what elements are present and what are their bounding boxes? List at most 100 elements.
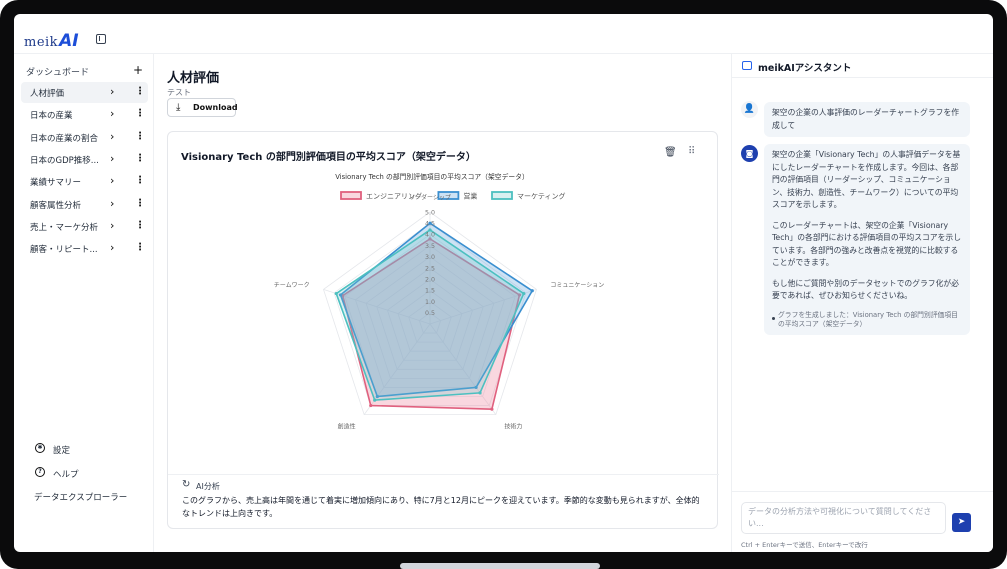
tick-label: 3.0 [425, 254, 435, 261]
sidebar-help[interactable]: ? ヘルプ [14, 464, 154, 484]
send-icon: ➤ [957, 517, 966, 527]
bot-paragraph: もし他にご質問や別のデータセットでのグラフ化が必要であれば、ぜひお知らせください… [772, 278, 959, 301]
drag-handle-icon[interactable]: ⠿ [688, 146, 695, 157]
download-icon: ⤓ [176, 102, 181, 113]
axis-label: 技術力 [504, 422, 522, 430]
data-point [334, 291, 338, 296]
data-point [373, 398, 377, 402]
sidebar-settings[interactable]: ✱ 設定 [14, 440, 154, 460]
axis-label: 創造性 [338, 422, 356, 430]
logo-ai: AI [59, 31, 79, 51]
chart-card: Visionary Tech の部門別評価項目の平均スコア（架空データ） 🗑 ⠿… [167, 131, 719, 529]
sidebar-item[interactable]: 日本のGDP推移... › ⋮ [21, 149, 148, 170]
radar-chart: Visionary Tech の部門別評価項目の平均スコア（架空データ）エンジニ… [274, 172, 604, 430]
ai-analysis-label: AI分析 [196, 482, 220, 491]
legend-swatch [340, 191, 362, 200]
tick-label: 3.5 [425, 243, 435, 250]
sidebar-item[interactable]: 日本の産業 › ⋮ [21, 104, 148, 125]
data-point [478, 391, 482, 395]
sidebar-item-label: 日本のGDP推移... [30, 155, 99, 166]
bot-paragraph: このレーダーチャートは、架空の企業「Visionary Tech」の各部門におけ… [772, 220, 961, 268]
assistant-header: meikAIアシスタント [732, 54, 993, 78]
legend-label: マーケティング [517, 192, 565, 201]
more-vertical-icon[interactable]: ⋮ [135, 152, 145, 166]
refresh-icon[interactable]: ↻ [182, 479, 190, 490]
tick-label: 2.5 [425, 265, 435, 272]
sidebar-item[interactable]: 顧客属性分析 › ⋮ [21, 194, 148, 215]
download-label: Download [193, 103, 238, 112]
chevron-right-icon[interactable]: › [110, 197, 114, 210]
logo-text: meik [24, 35, 59, 50]
assistant-panel: meikAIアシスタント 👤 架空の企業の人事評価のレーダーチャートグラフを作成… [731, 54, 993, 552]
more-vertical-icon[interactable]: ⋮ [135, 241, 145, 255]
explorer-label: データエクスプローラー [34, 493, 128, 503]
top-bar: meik AI [14, 14, 993, 54]
axis-label: コミュニケーション [550, 282, 604, 289]
legend-label: 営業 [463, 192, 477, 201]
chevron-right-icon[interactable]: › [110, 152, 114, 165]
download-button[interactable]: ⤓ Download [167, 98, 238, 117]
chevron-right-icon[interactable]: › [110, 219, 114, 232]
tick-label: 4.5 [425, 221, 435, 228]
ai-analysis-text: このグラフから、売上高は年間を通じて着実に増加傾向にあり、特に7月と12月にピー… [182, 496, 700, 518]
help-label: ヘルプ [53, 470, 79, 480]
sidebar-item-label: 売上・マーケ分析 [30, 222, 99, 233]
more-vertical-icon[interactable]: ⋮ [135, 85, 145, 99]
app-logo[interactable]: meik AI [24, 26, 79, 51]
chevron-right-icon[interactable]: › [110, 107, 114, 120]
send-button[interactable]: ➤ [952, 513, 971, 532]
main-content: 人材評価 テスト ⤓ Download Visionary Tech の部門別評… [154, 54, 731, 552]
sidebar: ダッシュボード + 人材評価 › ⋮ 日本の産業 › ⋮ 日本の産業の割合 › ⋮ 日本のGDP推… [14, 54, 154, 552]
bullet-icon [772, 316, 775, 320]
sidebar-item[interactable]: 売上・マーケ分析 › ⋮ [21, 216, 148, 237]
data-point [522, 291, 526, 296]
sidebar-data-explorer[interactable]: データエクスプローラー [14, 487, 154, 507]
more-vertical-icon[interactable]: ⋮ [135, 174, 145, 188]
divider [168, 474, 719, 475]
chevron-right-icon[interactable]: › [110, 85, 114, 98]
chevron-right-icon[interactable]: › [110, 241, 114, 254]
user-message: 架空の企業の人事評価のレーダーチャートグラフを作成して [764, 102, 970, 137]
chevron-right-icon[interactable]: › [110, 174, 114, 187]
sidebar-toggle-icon[interactable] [96, 34, 106, 44]
data-point [369, 403, 373, 408]
data-point [490, 407, 494, 411]
add-dashboard-button[interactable]: + [133, 63, 143, 77]
card-title: Visionary Tech の部門別評価項目の平均スコア（架空データ） [181, 152, 476, 163]
divider [732, 491, 993, 492]
more-vertical-icon[interactable]: ⋮ [135, 130, 145, 144]
robot-icon [742, 61, 752, 70]
sidebar-item-label: 日本の産業 [30, 111, 73, 122]
sidebar-item-label: 業績サマリー [30, 178, 82, 189]
tick-label: 1.5 [425, 288, 435, 295]
more-vertical-icon[interactable]: ⋮ [135, 197, 145, 211]
more-vertical-icon[interactable]: ⋮ [135, 219, 145, 233]
sidebar-item-label: 日本の産業の割合 [30, 133, 99, 144]
trash-icon[interactable]: 🗑 [664, 147, 677, 158]
sidebar-item[interactable]: 業績サマリー › ⋮ [21, 171, 148, 192]
user-message-text: 架空の企業の人事評価のレーダーチャートグラフを作成して [772, 108, 960, 130]
tick-label: 4.0 [425, 232, 435, 239]
sidebar-item-label: 顧客属性分析 [30, 200, 82, 211]
chevron-right-icon[interactable]: › [110, 130, 114, 143]
axis-label: チームワーク [274, 282, 310, 289]
sidebar-item[interactable]: 人材評価 › ⋮ [21, 82, 148, 103]
tick-label: 5.0 [425, 209, 435, 216]
chart-generated-note: グラフを生成しました：Visionary Tech の部門別評価項目の平均スコア… [772, 311, 962, 330]
sidebar-heading: ダッシュボード [26, 68, 90, 78]
sidebar-item-label: 顧客・リピート... [30, 245, 98, 256]
page-subtitle: テスト [167, 88, 191, 97]
bot-message: 架空の企業「Visionary Tech」の人事評価データを基にしたレーダーチャ… [764, 144, 970, 335]
app-screen: meik AI ダッシュボード + 人材評価 › ⋮ 日本の産業 › ⋮ 日本の産業の割合 ›… [14, 14, 993, 552]
bot-avatar-icon: ◙ [741, 145, 758, 162]
chart-title: Visionary Tech の部門別評価項目の平均スコア（架空データ） [335, 172, 529, 181]
tick-label: 0.5 [425, 310, 435, 317]
more-vertical-icon[interactable]: ⋮ [135, 107, 145, 121]
sidebar-item[interactable]: 日本の産業の割合 › ⋮ [21, 127, 148, 148]
tick-label: 2.0 [425, 277, 435, 284]
device-stand [400, 563, 600, 569]
chat-input[interactable] [741, 502, 946, 534]
sidebar-header: ダッシュボード + [14, 63, 154, 81]
legend-swatch [491, 191, 513, 200]
sidebar-item[interactable]: 顧客・リピート... › ⋮ [21, 238, 148, 259]
